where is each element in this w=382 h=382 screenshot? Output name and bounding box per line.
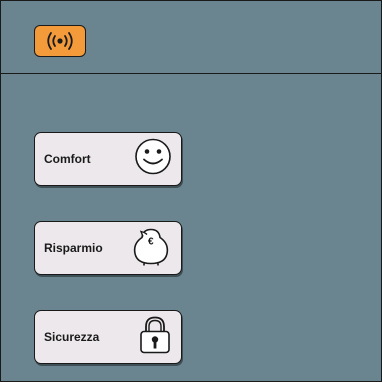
smiley-face-icon bbox=[133, 137, 173, 182]
alarm-button[interactable] bbox=[34, 25, 86, 57]
piggy-bank-euro-icon: € bbox=[129, 224, 173, 273]
padlock-icon bbox=[137, 315, 173, 360]
control-panel: Comfort Risparmio € Sicurezza bbox=[0, 0, 382, 382]
sicurezza-label: Sicurezza bbox=[44, 330, 100, 344]
broadcast-alarm-icon bbox=[47, 32, 73, 50]
risparmio-mode-button[interactable]: Risparmio € bbox=[34, 221, 182, 275]
sicurezza-mode-button[interactable]: Sicurezza bbox=[34, 310, 182, 364]
header-bar bbox=[1, 1, 381, 74]
svg-text:€: € bbox=[148, 237, 154, 248]
comfort-mode-button[interactable]: Comfort bbox=[34, 132, 182, 186]
comfort-label: Comfort bbox=[44, 152, 91, 166]
risparmio-label: Risparmio bbox=[44, 241, 103, 255]
